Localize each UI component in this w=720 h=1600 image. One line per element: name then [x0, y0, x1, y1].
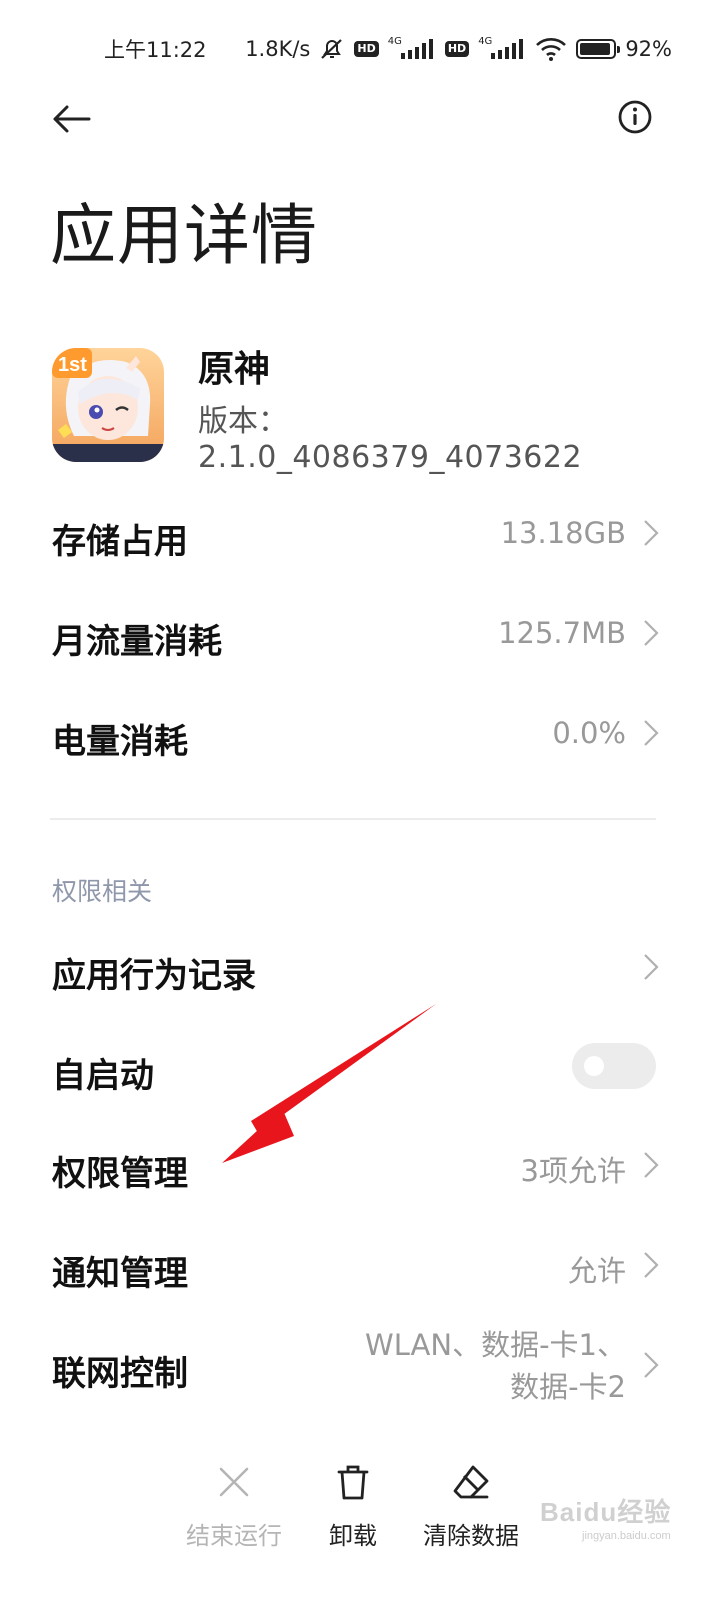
- battery-usage-value: 0.0%: [552, 716, 626, 750]
- watermark: Baidu经验: [540, 1497, 672, 1527]
- back-button[interactable]: [48, 96, 94, 142]
- behavior-record-label: 应用行为记录: [52, 956, 256, 996]
- page-title: 应用详情: [50, 197, 318, 274]
- notification-management-label: 通知管理: [52, 1254, 188, 1294]
- traffic-row[interactable]: 月流量消耗 125.7MB: [0, 584, 720, 684]
- battery-usage-row[interactable]: 电量消耗 0.0%: [0, 684, 720, 784]
- chevron-right-icon: [644, 1352, 659, 1378]
- chevron-right-icon: [644, 1252, 659, 1278]
- network-control-label: 联网控制: [52, 1354, 188, 1394]
- storage-value: 13.18GB: [500, 516, 626, 550]
- info-icon: [618, 100, 652, 134]
- network-control-value-line2: 数据-卡2: [510, 1370, 626, 1404]
- battery-icon: [576, 39, 621, 59]
- chevron-right-icon: [644, 520, 659, 546]
- mute-icon: [319, 37, 345, 61]
- toggle-knob: [584, 1056, 604, 1076]
- notification-management-row[interactable]: 通知管理 允许: [0, 1216, 720, 1316]
- battery-usage-label: 电量消耗: [52, 722, 188, 762]
- traffic-label: 月流量消耗: [52, 622, 222, 662]
- storage-label: 存储占用: [52, 522, 188, 562]
- permission-management-value: 3项允许: [520, 1154, 626, 1188]
- divider: [50, 818, 656, 820]
- chevron-right-icon: [644, 720, 659, 746]
- chevron-right-icon: [644, 954, 659, 980]
- chevron-right-icon: [644, 1152, 659, 1178]
- section-title-permissions: 权限相关: [52, 877, 153, 906]
- network-control-value-line1: WLAN、数据-卡1、: [365, 1328, 626, 1362]
- app-icon-badge: 1st: [58, 354, 87, 376]
- hd-icon: HD: [354, 41, 379, 57]
- storage-row[interactable]: 存储占用 13.18GB: [0, 484, 720, 584]
- status-time: 上午11:22: [104, 38, 207, 62]
- clear-data-button[interactable]: 清除数据: [401, 1460, 541, 1551]
- wifi-icon: [535, 37, 567, 61]
- app-icon: 1st: [52, 348, 164, 462]
- autostart-label: 自启动: [52, 1056, 154, 1096]
- autostart-toggle[interactable]: [572, 1043, 656, 1089]
- app-version: 2.1.0_4086379_4073622: [198, 440, 583, 475]
- net-type-label: 4G: [478, 35, 493, 47]
- permission-management-label: 权限管理: [52, 1154, 188, 1194]
- status-bar: 上午11:22 1.8K/s HD 4G HD 4G 92%: [0, 0, 720, 96]
- network-control-value: WLAN、数据-卡1、 数据-卡2: [365, 1324, 626, 1408]
- traffic-value: 125.7MB: [498, 616, 626, 650]
- back-arrow-icon: [53, 105, 91, 133]
- hd-icon: HD: [444, 41, 470, 57]
- signal-icon: 4G: [478, 35, 526, 59]
- behavior-record-row[interactable]: 应用行为记录: [0, 918, 720, 1018]
- battery-percent: 92%: [625, 37, 672, 61]
- signal-icon: 4G: [387, 35, 436, 59]
- app-version-label: 版本：: [198, 404, 288, 439]
- permission-management-row[interactable]: 权限管理 3项允许: [0, 1116, 720, 1216]
- status-icons: 1.8K/s HD 4G HD 4G 92%: [245, 34, 672, 64]
- eraser-icon: [401, 1460, 541, 1504]
- app-name: 原神: [198, 349, 271, 390]
- net-type-label: 4G: [387, 35, 402, 47]
- watermark-sub: jingyan.baidu.com: [582, 1530, 671, 1542]
- notification-management-value: 允许: [567, 1254, 626, 1288]
- clear-data-label: 清除数据: [423, 1522, 519, 1550]
- net-speed: 1.8K/s: [245, 37, 311, 61]
- info-button[interactable]: [614, 96, 656, 138]
- chevron-right-icon: [644, 620, 659, 646]
